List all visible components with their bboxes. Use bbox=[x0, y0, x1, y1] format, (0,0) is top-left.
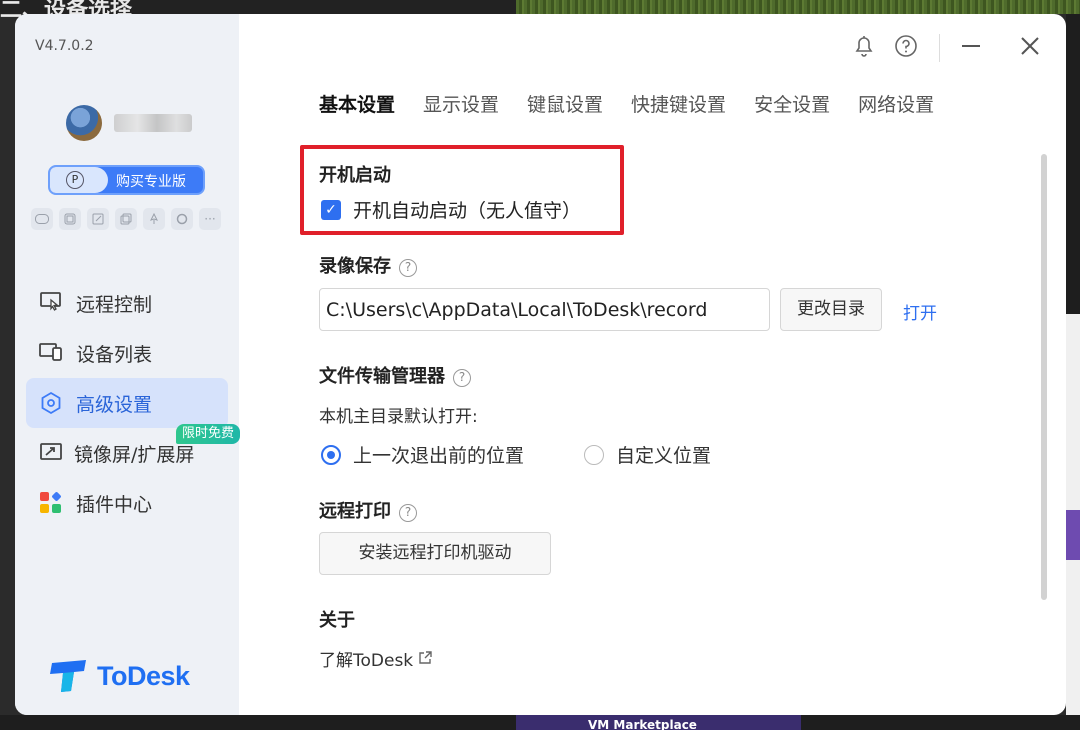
help-icon[interactable] bbox=[891, 34, 921, 64]
device-list-icon bbox=[38, 341, 64, 365]
remote-print-section-title: 远程打印? bbox=[319, 497, 417, 523]
todesk-logo-icon bbox=[49, 659, 89, 693]
recording-path-input[interactable] bbox=[319, 288, 770, 331]
tab-display-settings[interactable]: 显示设置 bbox=[423, 90, 499, 117]
mirror-screen-icon bbox=[38, 441, 64, 465]
sidebar-item-plugin-center[interactable]: 插件中心 bbox=[26, 478, 228, 528]
limited-free-badge: 限时免费 bbox=[176, 424, 241, 444]
recording-section-title: 录像保存? bbox=[319, 252, 417, 278]
brand-name: ToDesk bbox=[97, 660, 190, 691]
background-right-dark bbox=[1066, 14, 1080, 314]
bell-icon[interactable] bbox=[849, 34, 879, 64]
sidebar-item-label: 高级设置 bbox=[76, 394, 153, 416]
sidebar-item-mirror-screen[interactable]: 镜像屏/扩展屏 限时免费 bbox=[26, 424, 241, 478]
change-directory-button[interactable]: 更改目录 bbox=[780, 288, 882, 331]
radio-selected-icon[interactable] bbox=[321, 444, 341, 465]
sidebar-item-label: 插件中心 bbox=[76, 494, 153, 516]
advanced-settings-icon bbox=[38, 391, 64, 415]
learn-todesk-label: 了解ToDesk bbox=[319, 651, 414, 671]
autostart-checkbox-label: 开机自动启动（无人值守） bbox=[353, 200, 582, 222]
about-section-title: 关于 bbox=[319, 610, 355, 631]
rocket-icon[interactable] bbox=[143, 208, 165, 230]
more-icon[interactable]: ··· bbox=[199, 208, 221, 230]
minimize-icon[interactable] bbox=[956, 34, 986, 64]
circle-icon[interactable] bbox=[171, 208, 193, 230]
close-icon[interactable] bbox=[1015, 34, 1045, 64]
sidebar-item-device-list[interactable]: 设备列表 bbox=[26, 328, 228, 378]
sidebar-item-label: 远程控制 bbox=[76, 294, 153, 316]
remote-print-title-text: 远程打印 bbox=[319, 501, 391, 522]
buy-pro-label: 购买专业版 bbox=[116, 174, 186, 190]
autostart-section-title: 开机启动 bbox=[319, 165, 391, 186]
settings-main-panel: 基本设置 显示设置 键鼠设置 快捷键设置 安全设置 网络设置 开机启动 ✓ 开机… bbox=[239, 14, 1066, 715]
sidebar-item-advanced-settings[interactable]: 高级设置 bbox=[26, 378, 228, 428]
radio-last-location[interactable]: 上一次退出前的位置 bbox=[321, 441, 524, 468]
tab-keyboard-mouse-settings[interactable]: 键鼠设置 bbox=[527, 90, 603, 117]
radio-custom-location-label: 自定义位置 bbox=[616, 445, 712, 467]
tab-security-settings[interactable]: 安全设置 bbox=[754, 90, 830, 117]
background-bottom-label: VM Marketplace bbox=[588, 718, 697, 730]
file-transfer-title-text: 文件传输管理器 bbox=[319, 366, 445, 387]
sidebar-nav: 远程控制 设备列表 高级设置 镜像屏/扩展屏 限时免费 插件中心 bbox=[26, 278, 241, 528]
remote-control-icon bbox=[38, 291, 64, 315]
edit-icon[interactable] bbox=[87, 208, 109, 230]
avatar[interactable] bbox=[66, 105, 102, 141]
background-image-strip bbox=[516, 0, 1080, 14]
plugin-center-icon bbox=[40, 491, 62, 514]
external-link-icon bbox=[417, 650, 433, 670]
help-icon[interactable]: ? bbox=[399, 259, 417, 277]
quick-action-icons: ··· bbox=[31, 208, 221, 230]
tab-network-settings[interactable]: 网络设置 bbox=[858, 90, 934, 117]
sidebar: V4.7.0.2 P 购买专业版 ··· 远程控制 设备列表 高级设置 镜像屏/… bbox=[15, 14, 241, 715]
background-right-purple bbox=[1066, 510, 1080, 560]
file-transfer-section-title: 文件传输管理器? bbox=[319, 362, 471, 388]
radio-last-location-label: 上一次退出前的位置 bbox=[353, 445, 525, 467]
scrollbar[interactable] bbox=[1041, 154, 1047, 600]
buy-pro-button[interactable]: P 购买专业版 bbox=[48, 165, 205, 195]
radio-custom-location[interactable]: 自定义位置 bbox=[584, 441, 711, 468]
buy-pro-badge-area: P bbox=[50, 167, 108, 193]
gamepad-icon[interactable] bbox=[31, 208, 53, 230]
sidebar-item-label: 设备列表 bbox=[76, 344, 153, 366]
autostart-checkbox[interactable]: ✓ 开机自动启动（无人值守） bbox=[321, 196, 581, 223]
recording-title-text: 录像保存 bbox=[319, 256, 391, 277]
install-printer-driver-button[interactable]: 安装远程打印机驱动 bbox=[319, 532, 551, 575]
pro-badge-icon: P bbox=[66, 171, 84, 189]
learn-todesk-link[interactable]: 了解ToDesk bbox=[319, 646, 433, 671]
sidebar-item-label: 镜像屏/扩展屏 bbox=[74, 444, 195, 466]
settings-tabs: 基本设置 显示设置 键鼠设置 快捷键设置 安全设置 网络设置 bbox=[319, 90, 934, 117]
open-folder-link[interactable]: 打开 bbox=[903, 299, 937, 324]
tab-basic-settings[interactable]: 基本设置 bbox=[319, 90, 395, 117]
watermark: 值 什么值得买 bbox=[952, 700, 1040, 716]
tab-shortcut-settings[interactable]: 快捷键设置 bbox=[631, 90, 726, 117]
help-icon[interactable]: ? bbox=[399, 504, 417, 522]
file-transfer-description: 本机主目录默认打开: bbox=[319, 407, 478, 427]
titlebar-separator bbox=[939, 34, 940, 62]
username-blurred bbox=[114, 114, 192, 132]
sidebar-item-remote-control[interactable]: 远程控制 bbox=[26, 278, 228, 328]
checkbox-checked-icon[interactable]: ✓ bbox=[321, 199, 341, 220]
todesk-logo: ToDesk bbox=[49, 658, 190, 694]
radio-unselected-icon[interactable] bbox=[584, 444, 604, 465]
todesk-settings-window: V4.7.0.2 P 购买专业版 ··· 远程控制 设备列表 高级设置 镜像屏/… bbox=[15, 14, 1066, 715]
version-label: V4.7.0.2 bbox=[35, 38, 94, 54]
copy-icon[interactable] bbox=[115, 208, 137, 230]
window-icon[interactable] bbox=[59, 208, 81, 230]
help-icon[interactable]: ? bbox=[453, 369, 471, 387]
